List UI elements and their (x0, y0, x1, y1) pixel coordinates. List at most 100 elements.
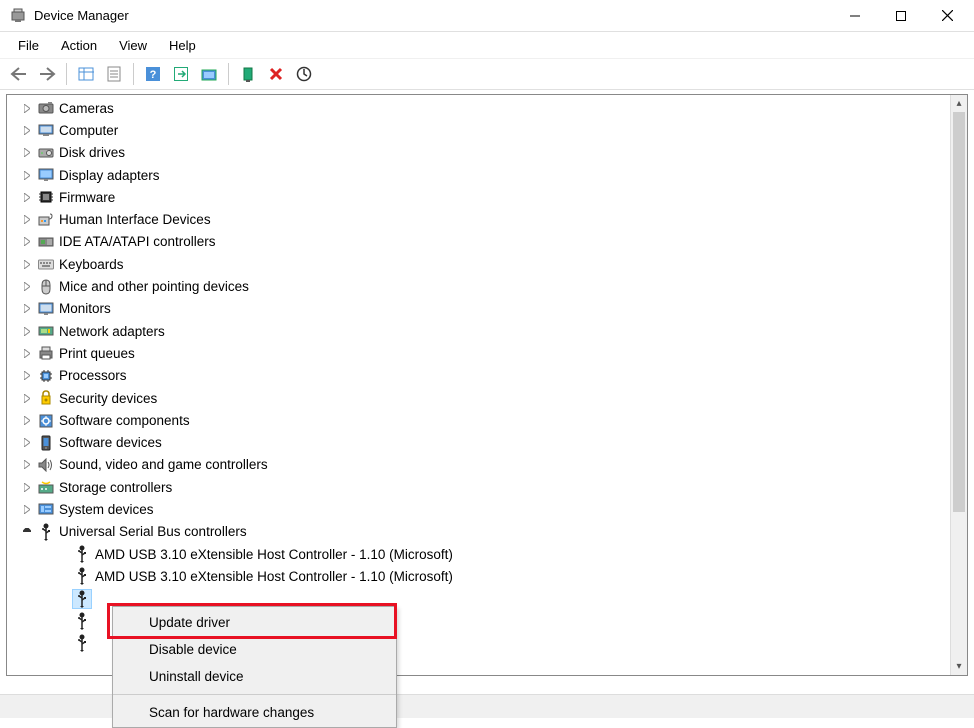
tree-item[interactable]: Storage controllers (7, 476, 950, 498)
usb-icon (73, 545, 91, 563)
tree-item-label: Software components (59, 413, 190, 428)
tree-item[interactable]: System devices (7, 498, 950, 520)
tree-item[interactable]: Network adapters (7, 320, 950, 342)
tree-item[interactable]: Security devices (7, 387, 950, 409)
vertical-scrollbar[interactable]: ▴ ▾ (950, 95, 967, 675)
storage-icon (37, 478, 55, 496)
cpu-icon (37, 367, 55, 385)
tree-item[interactable]: Keyboards (7, 253, 950, 275)
expander-closed-icon[interactable] (19, 234, 35, 250)
close-button[interactable] (924, 0, 970, 32)
tree-item[interactable]: IDE ATA/ATAPI controllers (7, 231, 950, 253)
update-driver-button[interactable] (196, 61, 222, 87)
expander-closed-icon[interactable] (19, 301, 35, 317)
titlebar: Device Manager (0, 0, 974, 32)
expander-closed-icon[interactable] (19, 501, 35, 517)
expander-closed-icon[interactable] (19, 457, 35, 473)
tree-item-label: Universal Serial Bus controllers (59, 524, 247, 539)
usb-icon (73, 590, 91, 608)
tree-item-label: Cameras (59, 101, 114, 116)
expander-closed-icon[interactable] (19, 167, 35, 183)
context-menu-update-driver[interactable]: Update driver (113, 609, 396, 636)
expander-closed-icon[interactable] (19, 100, 35, 116)
scroll-up-icon[interactable]: ▴ (951, 95, 967, 112)
toolbar: ? (0, 58, 974, 90)
context-menu-disable-device[interactable]: Disable device (113, 636, 396, 663)
tree-item[interactable]: Processors (7, 365, 950, 387)
menubar: File Action View Help (0, 32, 974, 58)
tree-item[interactable]: Software devices (7, 431, 950, 453)
tree-item-label: Software devices (59, 435, 162, 450)
tree-item[interactable]: Computer (7, 119, 950, 141)
tree-item[interactable]: AMD USB 3.10 eXtensible Host Controller … (7, 565, 950, 587)
tree-item-label: Security devices (59, 391, 157, 406)
mouse-icon (37, 278, 55, 296)
expander-closed-icon[interactable] (19, 435, 35, 451)
expander-closed-icon[interactable] (19, 323, 35, 339)
maximize-button[interactable] (878, 0, 924, 32)
expander-closed-icon[interactable] (19, 122, 35, 138)
tree-item-label: AMD USB 3.10 eXtensible Host Controller … (95, 547, 453, 562)
camera-icon (37, 99, 55, 117)
tree-item-label: Firmware (59, 190, 115, 205)
tree-item-label: Monitors (59, 301, 111, 316)
window-controls (832, 0, 970, 32)
context-menu-scan-hardware[interactable]: Scan for hardware changes (113, 694, 396, 725)
expander-closed-icon[interactable] (19, 256, 35, 272)
expander-closed-icon[interactable] (19, 479, 35, 495)
tree-item-label: AMD USB 3.10 eXtensible Host Controller … (95, 569, 453, 584)
expander-closed-icon[interactable] (19, 145, 35, 161)
scan-hardware-button[interactable] (291, 61, 317, 87)
tree-item[interactable]: Universal Serial Bus controllers (7, 521, 950, 543)
expander-closed-icon[interactable] (19, 189, 35, 205)
swdev-icon (37, 434, 55, 452)
expander-closed-icon[interactable] (19, 368, 35, 384)
tree-item-label: IDE ATA/ATAPI controllers (59, 234, 216, 249)
uninstall-device-button[interactable] (263, 61, 289, 87)
device-tree[interactable]: Cameras ComputerDisk drivesDisplay adapte… (7, 95, 950, 675)
context-menu-uninstall-device[interactable]: Uninstall device (113, 663, 396, 690)
tree-item[interactable]: Sound, video and game controllers (7, 454, 950, 476)
usb-icon (73, 634, 91, 652)
expander-closed-icon[interactable] (19, 345, 35, 361)
scroll-thumb[interactable] (953, 112, 965, 512)
back-button[interactable] (6, 61, 32, 87)
properties-button[interactable] (101, 61, 127, 87)
scroll-down-icon[interactable]: ▾ (951, 658, 967, 675)
show-hide-tree-button[interactable] (73, 61, 99, 87)
tree-item-label: Sound, video and game controllers (59, 457, 268, 472)
window-title: Device Manager (34, 8, 129, 23)
minimize-button[interactable] (832, 0, 878, 32)
action-button[interactable] (168, 61, 194, 87)
expander-closed-icon[interactable] (19, 412, 35, 428)
tree-item[interactable]: Disk drives (7, 142, 950, 164)
expander-open-icon[interactable] (19, 524, 35, 540)
menu-help[interactable]: Help (159, 36, 206, 55)
tree-item[interactable]: Software components (7, 409, 950, 431)
menu-file[interactable]: File (8, 36, 49, 55)
menu-action[interactable]: Action (51, 36, 107, 55)
expander-closed-icon[interactable] (19, 212, 35, 228)
keyboard-icon (37, 255, 55, 273)
tree-item[interactable]: Human Interface Devices (7, 208, 950, 230)
tree-item[interactable]: Display adapters (7, 164, 950, 186)
expander-closed-icon[interactable] (19, 279, 35, 295)
tree-item[interactable]: Monitors (7, 298, 950, 320)
help-button[interactable]: ? (140, 61, 166, 87)
forward-button[interactable] (34, 61, 60, 87)
tree-item[interactable]: Cameras (7, 97, 950, 119)
usb-icon (73, 612, 91, 630)
tree-item[interactable]: AMD USB 3.10 eXtensible Host Controller … (7, 543, 950, 565)
tree-item-label: Processors (59, 368, 127, 383)
computer-icon (37, 121, 55, 139)
firmware-icon (37, 188, 55, 206)
menu-view[interactable]: View (109, 36, 157, 55)
tree-panel: Cameras ComputerDisk drivesDisplay adapte… (6, 94, 968, 676)
expander-closed-icon[interactable] (19, 390, 35, 406)
app-icon (10, 8, 26, 24)
enable-device-button[interactable] (235, 61, 261, 87)
system-icon (37, 500, 55, 518)
tree-item[interactable]: Firmware (7, 186, 950, 208)
tree-item[interactable]: Mice and other pointing devices (7, 275, 950, 297)
tree-item[interactable]: Print queues (7, 342, 950, 364)
